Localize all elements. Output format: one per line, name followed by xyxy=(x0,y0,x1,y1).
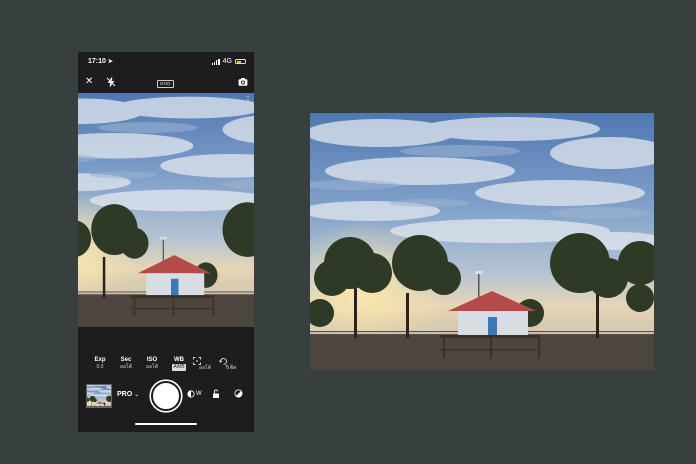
unlock-icon[interactable] xyxy=(212,389,220,399)
control-label: Sec xyxy=(120,357,132,363)
control-shutter-speed[interactable]: Sec ออโต้ xyxy=(114,357,138,371)
camera-bottom-bar: PRO ⌄ W xyxy=(78,378,254,418)
status-time: 17:10 ➤ xyxy=(88,58,113,65)
control-value: 0.0 xyxy=(96,364,104,370)
phone-screen: 17:10➤ 4G ✕ DNG ⋮ Exp 0.0 Sec ออโต้ xyxy=(78,52,254,432)
control-exposure[interactable]: Exp 0.0 xyxy=(88,357,112,371)
format-badge[interactable]: DNG xyxy=(157,80,174,88)
camera-top-bar: ✕ DNG xyxy=(78,74,254,94)
control-white-balance[interactable]: WB AWB xyxy=(167,357,191,371)
location-arrow-icon: ➤ xyxy=(107,59,113,65)
status-right: 4G xyxy=(211,58,246,65)
white-balance-toggle[interactable]: W xyxy=(187,390,202,398)
control-reset[interactable]: รีเซ็ต xyxy=(219,357,243,372)
mode-selector[interactable]: PRO ⌄ xyxy=(117,391,139,398)
flash-off-icon[interactable] xyxy=(106,77,116,87)
gallery-thumbnail[interactable] xyxy=(86,384,112,408)
switch-camera-icon[interactable] xyxy=(238,77,248,87)
signal-icon xyxy=(211,58,220,65)
control-value: รีเซ็ต xyxy=(225,365,237,371)
pro-controls: Exp 0.0 Sec ออโต้ ISO ออโต้ WB AWB ออโต้… xyxy=(78,357,254,379)
viewfinder-image xyxy=(78,93,254,327)
control-value: ออโต้ xyxy=(146,364,158,370)
control-value: ออโต้ xyxy=(199,365,211,371)
control-label: Exp xyxy=(94,357,106,363)
control-value: ออโต้ xyxy=(120,364,132,370)
focus-icon xyxy=(193,357,217,365)
reset-icon xyxy=(219,357,243,365)
photo-image xyxy=(310,113,654,370)
control-label: WB xyxy=(174,357,184,363)
result-photo xyxy=(310,113,654,370)
control-label: ISO xyxy=(146,357,158,363)
shutter-button[interactable] xyxy=(151,381,181,411)
battery-icon xyxy=(235,59,246,64)
home-indicator xyxy=(135,423,197,426)
adjust-icon[interactable] xyxy=(234,389,243,398)
more-options-icon[interactable]: ⋮ xyxy=(244,96,252,104)
control-iso[interactable]: ISO ออโต้ xyxy=(140,357,164,371)
viewfinder[interactable]: ⋮ xyxy=(78,93,254,327)
status-bar: 17:10 ➤ 4G xyxy=(78,52,254,72)
wb-letter: W xyxy=(196,391,202,397)
chevron-down-icon: ⌄ xyxy=(134,392,140,398)
control-value: AWB xyxy=(172,364,186,371)
half-circle-icon xyxy=(187,390,195,398)
close-icon[interactable]: ✕ xyxy=(85,77,93,87)
control-focus[interactable]: ออโต้ xyxy=(193,357,217,372)
network-type: 4G xyxy=(222,58,232,65)
